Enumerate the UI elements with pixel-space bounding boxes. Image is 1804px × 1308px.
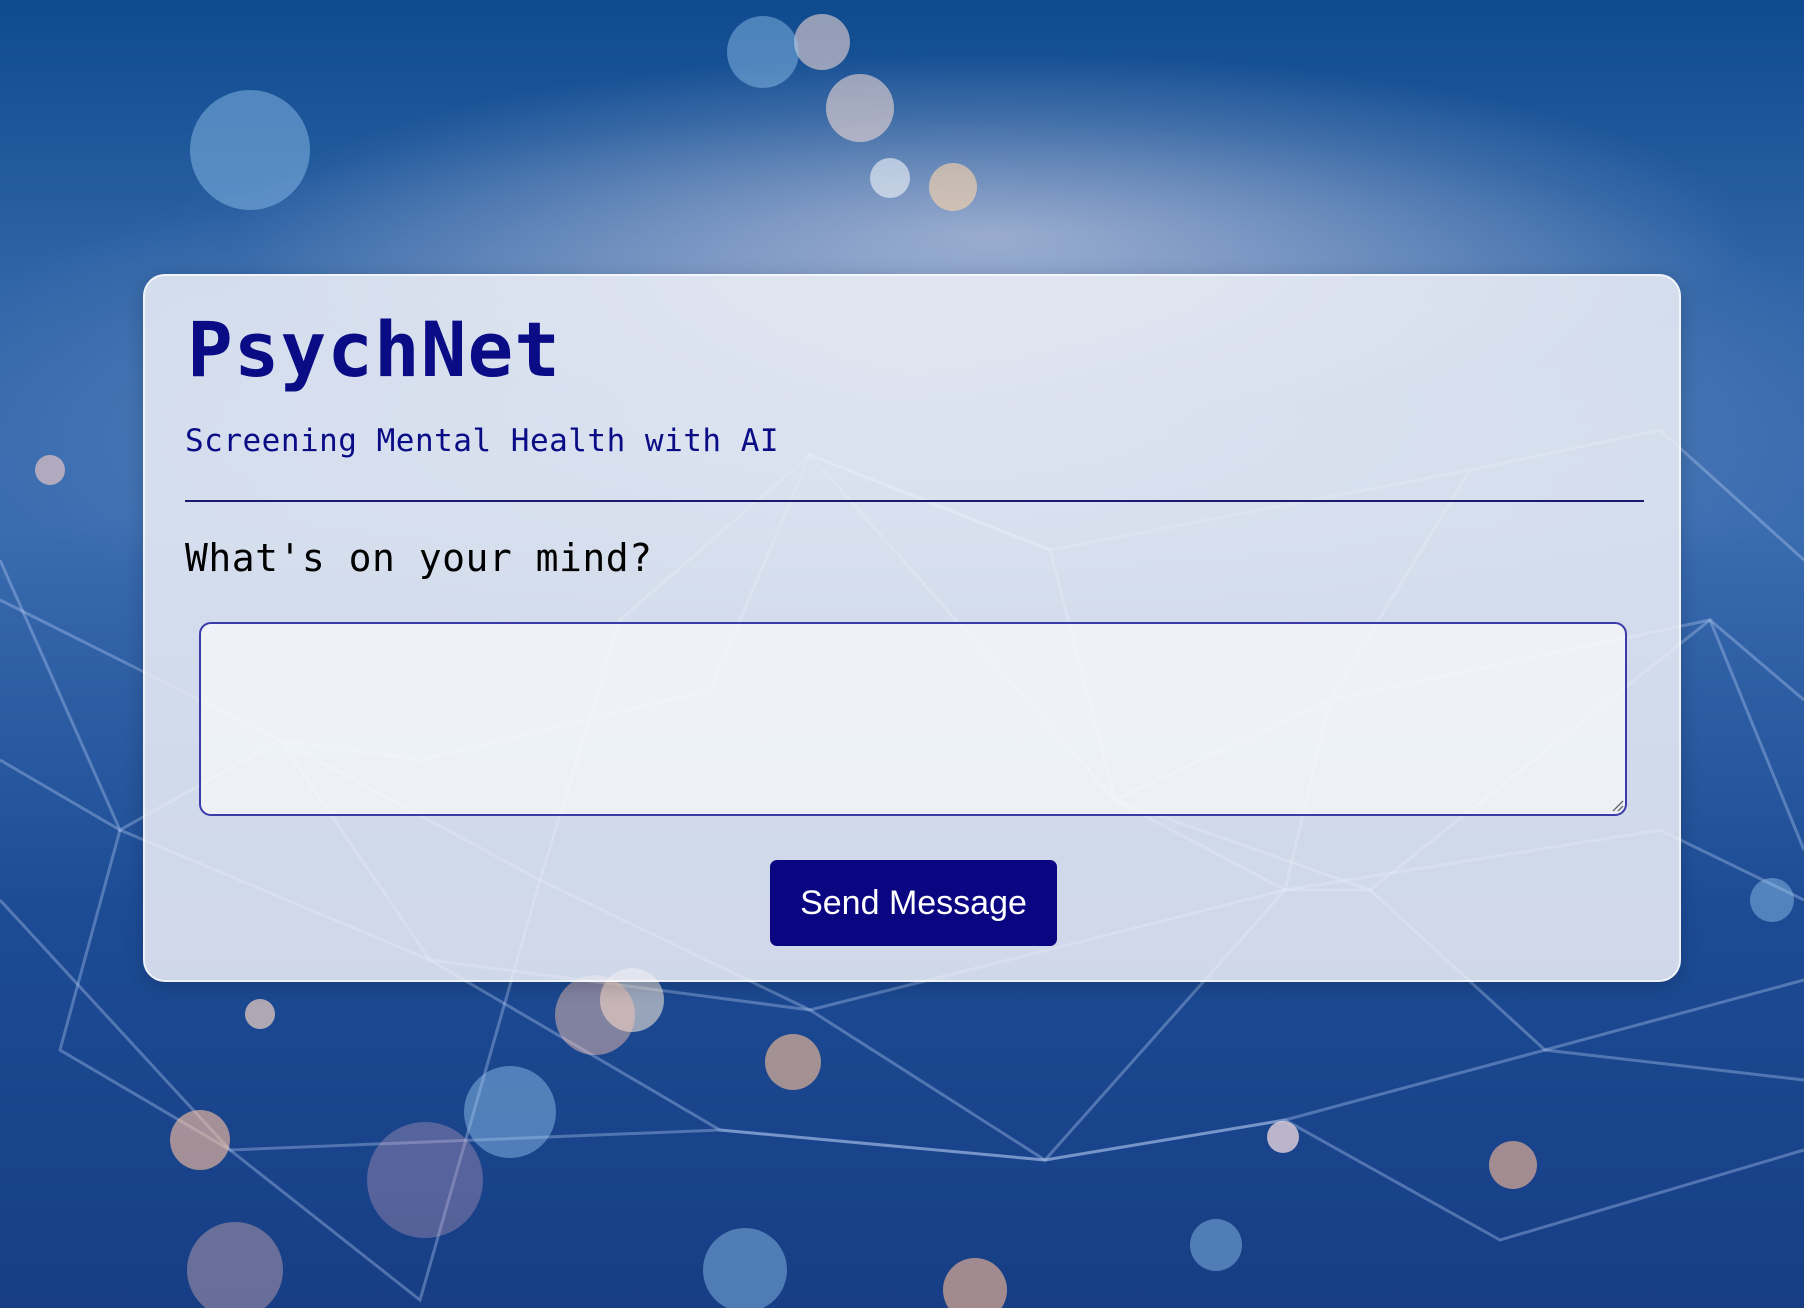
chat-card: PsychNet Screening Mental Health with AI… <box>143 274 1681 982</box>
app-subtitle: Screening Mental Health with AI <box>185 423 780 459</box>
message-input[interactable] <box>199 622 1627 816</box>
message-prompt-label: What's on your mind? <box>185 536 653 580</box>
app-title: PsychNet <box>187 305 562 394</box>
send-message-button[interactable]: Send Message <box>770 860 1057 946</box>
resize-handle-icon[interactable] <box>1610 798 1624 812</box>
divider <box>185 500 1644 502</box>
